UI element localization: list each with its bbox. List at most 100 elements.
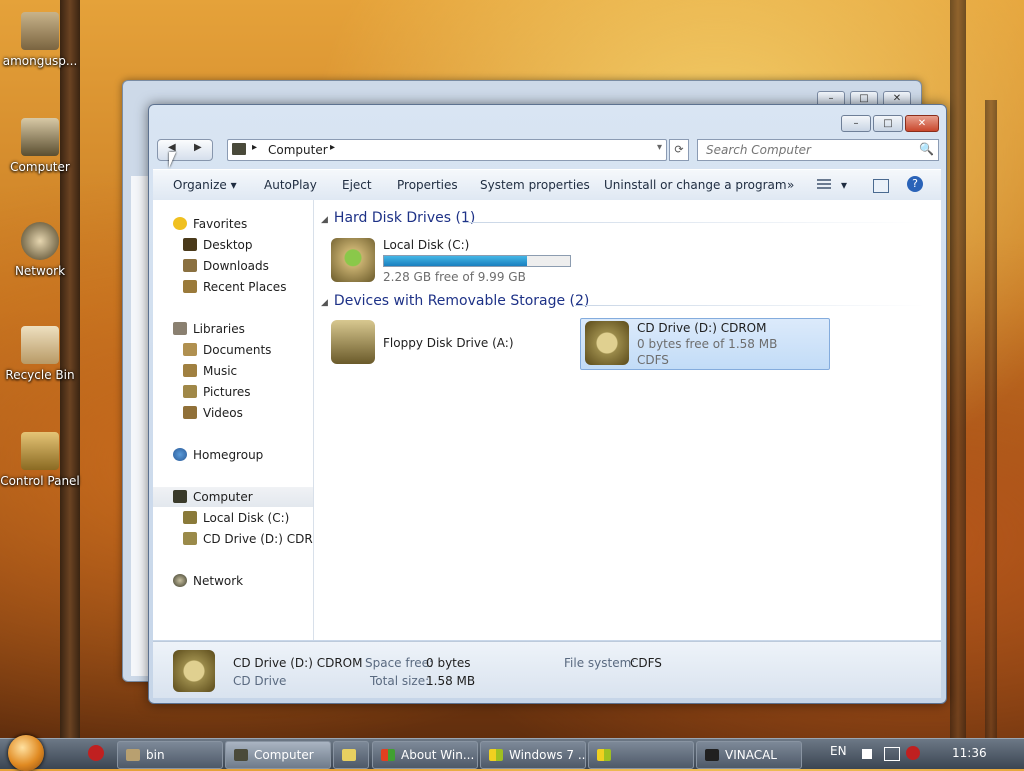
desktop-icon — [183, 238, 197, 251]
minimize-button[interactable]: – — [841, 115, 871, 132]
folder-icon — [21, 12, 59, 50]
desktop-icon-label: Network — [14, 264, 66, 278]
star-icon — [173, 217, 187, 230]
folder-icon — [126, 749, 140, 761]
calculator-icon — [705, 749, 719, 761]
desktop-icon-recycle-bin[interactable]: Recycle Bin — [0, 326, 80, 382]
eject-button[interactable]: Eject — [342, 178, 372, 192]
recent-places-icon — [183, 280, 197, 293]
nav-downloads[interactable]: Downloads — [153, 256, 313, 276]
network-tray-icon[interactable] — [884, 747, 900, 761]
desktop-icon-control-panel[interactable]: Control Panel — [0, 432, 80, 488]
refresh-button[interactable]: ⟳ — [669, 139, 689, 161]
properties-button[interactable]: Properties — [397, 178, 458, 192]
taskbar-label: VINACAL — [725, 748, 777, 762]
more-commands-button[interactable]: » — [787, 178, 794, 192]
nav-label: Libraries — [193, 322, 245, 336]
recycle-bin-icon — [21, 326, 59, 364]
wallpaper-tree — [985, 100, 997, 740]
details-space-free: 0 bytes — [426, 656, 471, 670]
nav-libraries[interactable]: Libraries — [153, 319, 313, 339]
view-options-dropdown[interactable]: ▾ — [841, 178, 847, 192]
nav-homegroup[interactable]: Homegroup — [153, 445, 313, 465]
system-properties-button[interactable]: System properties — [480, 178, 590, 192]
organize-button[interactable]: Organize ▾ — [173, 178, 237, 192]
uninstall-program-button[interactable]: Uninstall or change a program — [604, 178, 787, 192]
search-input[interactable] — [704, 142, 908, 158]
command-bar: Organize ▾ AutoPlay Eject Properties Sys… — [153, 169, 941, 201]
nav-label: Music — [203, 364, 238, 378]
autoplay-button[interactable]: AutoPlay — [264, 178, 317, 192]
taskbar-item-about-windows[interactable]: About Win... — [372, 741, 478, 769]
desktop-icon-network[interactable]: Network — [0, 222, 80, 278]
wallpaper-tree — [950, 0, 966, 740]
group-header-removable[interactable]: ◢ Devices with Removable Storage (2) — [321, 293, 589, 309]
window-body: Favorites Desktop Downloads Recent Place… — [153, 200, 941, 640]
taskbar-item-windows7[interactable]: Windows 7 ... — [480, 741, 586, 769]
nav-label: Desktop — [203, 238, 253, 252]
address-bar[interactable]: ▸ Computer ▸ ▾ — [227, 139, 667, 161]
nav-label: Recent Places — [203, 280, 287, 294]
desktop-icon-label: Control Panel — [0, 474, 80, 488]
hard-disk-icon — [183, 511, 197, 524]
breadcrumb-separator-icon[interactable]: ▸ — [330, 142, 335, 153]
chevron-down-icon[interactable]: ▾ — [657, 142, 662, 153]
breadcrumb-computer[interactable]: Computer — [268, 143, 328, 157]
taskbar-item-computer[interactable]: Computer — [225, 741, 331, 769]
explorer-window[interactable]: – □ ✕ ◀ ▶ ▸ Computer ▸ ▾ ⟳ 🔍 Organize ▾ … — [148, 104, 947, 704]
nav-local-disk[interactable]: Local Disk (C:) — [153, 508, 313, 528]
cd-drive-icon — [173, 650, 215, 692]
computer-icon — [232, 143, 246, 155]
volume-tray-icon[interactable] — [906, 746, 920, 760]
taskbar-item-vinacal[interactable]: VINACAL — [696, 741, 802, 769]
desktop-icon-computer[interactable]: Computer — [0, 118, 80, 174]
clock[interactable]: 11:36 — [952, 746, 987, 760]
drive-name: CD Drive (D:) CDROM — [637, 321, 767, 335]
flag-icon[interactable] — [862, 749, 872, 759]
group-header-hard-disks[interactable]: ◢ Hard Disk Drives (1) — [321, 210, 475, 226]
taskbar-item-windows[interactable] — [588, 741, 694, 769]
search-icon[interactable]: 🔍 — [919, 142, 934, 156]
nav-cd-drive[interactable]: CD Drive (D:) CDROM — [153, 529, 313, 549]
breadcrumb-separator-icon[interactable]: ▸ — [252, 142, 257, 153]
downloads-icon — [183, 259, 197, 272]
nav-videos[interactable]: Videos — [153, 403, 313, 423]
forward-icon[interactable]: ▶ — [194, 142, 202, 153]
nav-network[interactable]: Network — [153, 571, 313, 591]
nav-recent-places[interactable]: Recent Places — [153, 277, 313, 297]
language-indicator[interactable]: EN — [830, 744, 847, 758]
nav-desktop[interactable]: Desktop — [153, 235, 313, 255]
network-icon — [21, 222, 59, 260]
help-icon[interactable]: ? — [907, 176, 923, 192]
start-button[interactable] — [8, 735, 44, 771]
nav-pictures[interactable]: Pictures — [153, 382, 313, 402]
maximize-button[interactable]: □ — [873, 115, 903, 132]
close-button[interactable]: ✕ — [905, 115, 939, 132]
windows-logo-icon — [597, 749, 611, 761]
nav-favorites[interactable]: Favorites — [153, 214, 313, 234]
collapse-icon[interactable]: ◢ — [321, 215, 328, 225]
drive-name: Local Disk (C:) — [383, 238, 470, 252]
view-options-icon[interactable] — [817, 179, 831, 191]
nav-computer[interactable]: Computer — [153, 487, 313, 507]
disk-usage-bar — [383, 255, 571, 267]
cd-drive-icon — [183, 532, 197, 545]
search-box[interactable]: 🔍 — [697, 139, 939, 161]
collapse-icon[interactable]: ◢ — [321, 298, 328, 308]
taskbar-label: About Win... — [401, 748, 475, 762]
nav-music[interactable]: Music — [153, 361, 313, 381]
nav-label: Network — [193, 574, 244, 588]
drive-floppy[interactable]: Floppy Disk Drive (A:) — [331, 320, 551, 368]
taskbar-item-bin[interactable]: bin — [117, 741, 223, 769]
group-title: Devices with Removable Storage (2) — [333, 293, 590, 309]
app-icon[interactable] — [88, 745, 104, 761]
details-name: CD Drive (D:) CDROM — [233, 656, 363, 670]
preview-pane-icon[interactable] — [873, 179, 889, 193]
drive-local-disk[interactable]: Local Disk (C:) 2.28 GB free of 9.99 GB — [331, 238, 581, 286]
nav-label: Computer — [193, 490, 253, 504]
nav-documents[interactable]: Documents — [153, 340, 313, 360]
drive-cd-selected[interactable]: CD Drive (D:) CDROM 0 bytes free of 1.58… — [580, 318, 830, 370]
taskbar-item-media[interactable] — [333, 741, 369, 769]
drive-cd[interactable]: CD Drive (D:) CDROM 0 bytes free of 1.58… — [585, 321, 825, 367]
desktop-icon-amongus[interactable]: amongusp... — [0, 12, 80, 68]
